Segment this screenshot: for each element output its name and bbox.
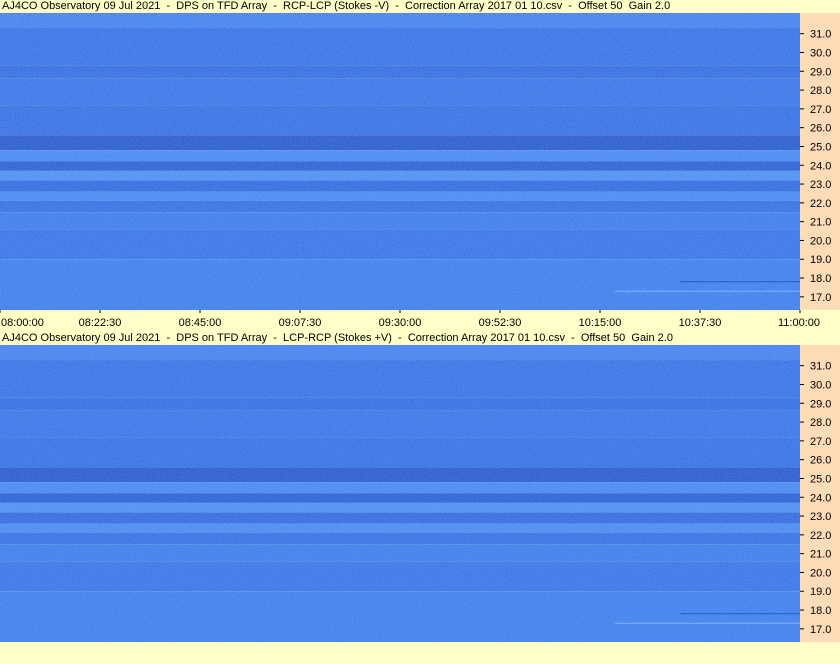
y-tick-label: 25.0	[810, 141, 831, 153]
x-tick-label: 10:15:00	[579, 317, 622, 329]
y-tick-label: 17.0	[810, 624, 831, 636]
spectrogram-svg-1	[0, 13, 800, 310]
y-tick-label: 30.0	[810, 47, 831, 59]
bottom-strip	[0, 642, 840, 664]
frequency-axis-2: 31.0 30.0 29.0 28.0 27.0 26.0 25.0 24.0 23.0 22.0…	[800, 345, 840, 642]
x-tick-label: 08:00:00	[1, 317, 44, 329]
noise-overlay	[0, 13, 800, 310]
y-tick-label: 23.0	[810, 511, 831, 523]
y-tick-label: 25.0	[810, 473, 831, 485]
time-axis-svg: 08:00:00 08:22:30 08:45:00 09:07:30 09:30:00…	[0, 310, 820, 329]
y-tick-label: 31.0	[810, 29, 831, 41]
x-tick-label: 08:45:00	[179, 317, 222, 329]
y-tick-label: 19.0	[810, 254, 831, 266]
spectrogram-svg-2	[0, 345, 800, 642]
spectrogram-stokes-minus-v	[0, 13, 800, 310]
panel-2-title: AJ4CO Observatory 09 Jul 2021 - DPS on T…	[2, 332, 673, 344]
x-tick-label: 09:52:30	[479, 317, 522, 329]
y-tick-label: 18.0	[810, 605, 831, 617]
x-tick-label: 11:00:00	[778, 317, 820, 329]
y-tick-label: 28.0	[810, 417, 831, 429]
y-tick-label: 22.0	[810, 198, 831, 210]
freq-axis-svg-1: 31.0 30.0 29.0 28.0 27.0 26.0 25.0 24.0 23.0 22.0…	[800, 29, 831, 304]
y-tick-label: 26.0	[810, 123, 831, 135]
x-tick-label: 09:07:30	[279, 317, 322, 329]
y-tick-label: 29.0	[810, 398, 831, 410]
x-tick-label: 08:22:30	[79, 317, 122, 329]
y-tick-label: 21.0	[810, 549, 831, 561]
y-tick-label: 27.0	[810, 104, 831, 116]
y-tick-label: 19.0	[810, 586, 831, 598]
time-axis: 08:00:00 08:22:30 08:45:00 09:07:30 09:30:00…	[0, 310, 840, 332]
y-tick-label: 22.0	[810, 530, 831, 542]
y-tick-label: 29.0	[810, 66, 831, 78]
panel-1-title: AJ4CO Observatory 09 Jul 2021 - DPS on T…	[2, 0, 671, 12]
spectrogram-stokes-plus-v	[0, 345, 800, 642]
y-tick-label: 20.0	[810, 567, 831, 579]
y-tick-label: 18.0	[810, 273, 831, 285]
x-tick-label: 10:37:30	[679, 317, 722, 329]
y-tick-label: 28.0	[810, 85, 831, 97]
frequency-axis-1: 31.0 30.0 29.0 28.0 27.0 26.0 25.0 24.0 23.0 22.0…	[800, 13, 840, 310]
y-tick-label: 23.0	[810, 179, 831, 191]
y-tick-label: 26.0	[810, 455, 831, 467]
y-tick-label: 20.0	[810, 235, 831, 247]
y-tick-label: 24.0	[810, 492, 831, 504]
x-tick-label: 09:30:00	[379, 317, 422, 329]
noise-overlay	[0, 345, 800, 642]
y-tick-label: 24.0	[810, 160, 831, 172]
y-tick-label: 30.0	[810, 379, 831, 391]
y-tick-label: 17.0	[810, 292, 831, 304]
y-tick-label: 21.0	[810, 217, 831, 229]
y-tick-label: 31.0	[810, 361, 831, 373]
y-tick-label: 27.0	[810, 436, 831, 448]
freq-axis-svg-2: 31.0 30.0 29.0 28.0 27.0 26.0 25.0 24.0 23.0 22.0…	[800, 361, 831, 636]
